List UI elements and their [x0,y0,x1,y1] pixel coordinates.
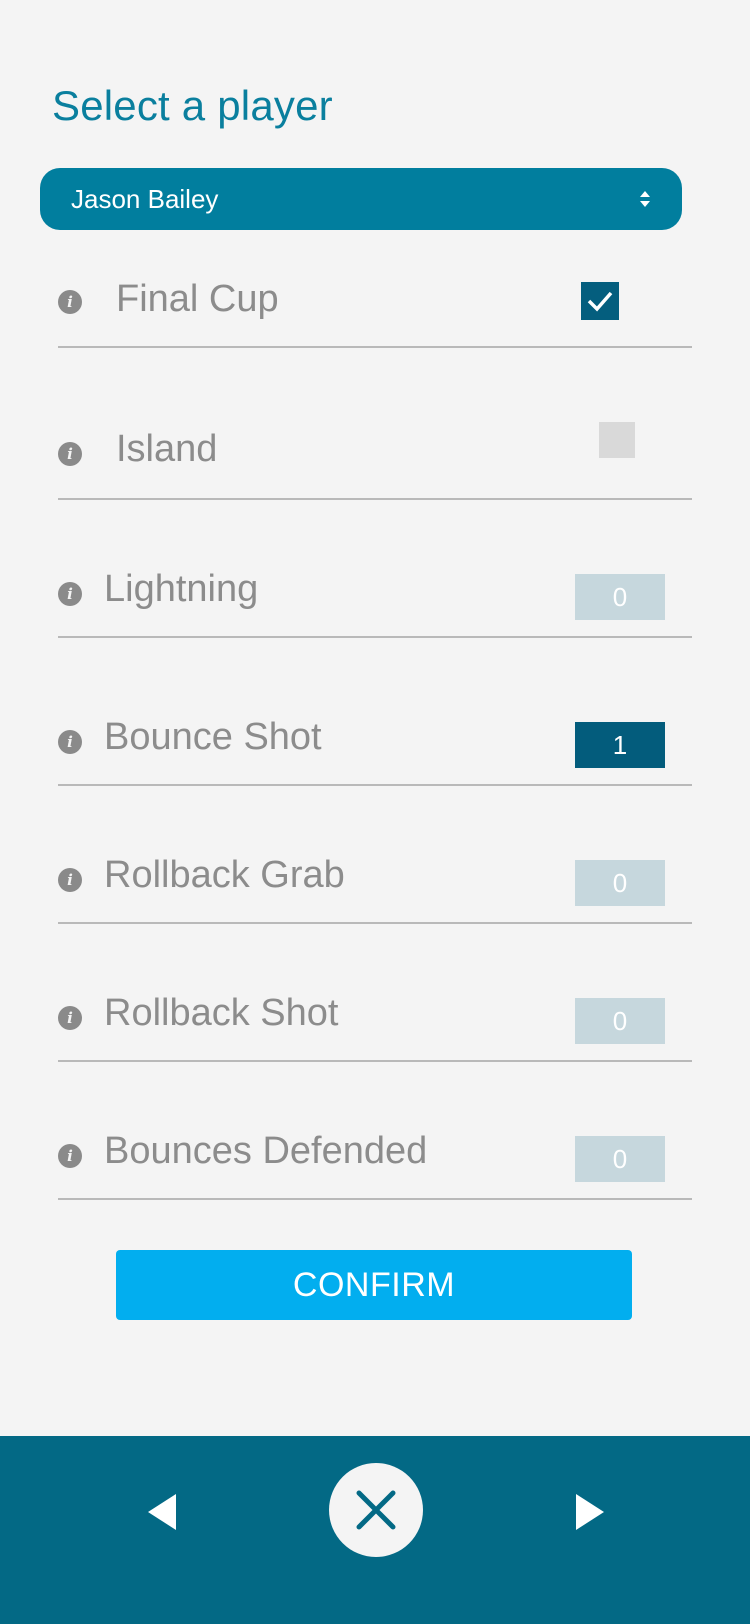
info-icon[interactable]: i [58,868,82,892]
lightning-counter[interactable]: 0 [575,574,665,620]
stat-row-rollback-grab: i Rollback Grab 0 [58,786,692,924]
confirm-button[interactable]: CONFIRM [116,1250,632,1320]
prev-button[interactable] [146,1492,178,1532]
final-cup-checkbox[interactable] [581,282,619,320]
triangle-left-icon [148,1494,176,1530]
info-icon[interactable]: i [58,1006,82,1030]
rollback-shot-counter[interactable]: 0 [575,998,665,1044]
stat-row-lightning: i Lightning 0 [58,500,692,638]
stat-row-final-cup: i Final Cup [58,248,692,348]
info-icon[interactable]: i [58,730,82,754]
stat-label: Bounces Defended [104,1130,428,1172]
stat-label: Rollback Shot [104,992,339,1034]
info-icon[interactable]: i [58,290,82,314]
stat-label: Rollback Grab [104,854,345,896]
stat-row-island: i Island [58,348,692,500]
rollback-grab-counter[interactable]: 0 [575,860,665,906]
stat-row-bounces-defended: i Bounces Defended 0 [58,1062,692,1200]
bounce-shot-counter[interactable]: 1 [575,722,665,768]
info-icon[interactable]: i [58,1144,82,1168]
stat-label: Bounce Shot [104,716,322,758]
player-select-dropdown[interactable]: Jason Bailey [40,168,682,230]
close-button[interactable] [329,1463,423,1557]
select-arrows-icon [640,191,650,207]
page-title: Select a player [52,82,333,129]
checkmark-icon [587,291,613,312]
close-icon [356,1490,396,1530]
triangle-right-icon [576,1494,604,1530]
stat-label: Final Cup [116,278,279,320]
stat-label: Island [116,428,218,470]
bottom-nav-bar [0,1436,750,1624]
stat-row-bounce-shot: i Bounce Shot 1 [58,638,692,786]
bounces-defended-counter[interactable]: 0 [575,1136,665,1182]
island-checkbox[interactable] [599,422,635,458]
info-icon[interactable]: i [58,582,82,606]
info-icon[interactable]: i [58,442,82,466]
stat-label: Lightning [104,568,259,610]
stat-row-rollback-shot: i Rollback Shot 0 [58,924,692,1062]
player-select-value: Jason Bailey [71,183,219,214]
next-button[interactable] [574,1492,606,1532]
